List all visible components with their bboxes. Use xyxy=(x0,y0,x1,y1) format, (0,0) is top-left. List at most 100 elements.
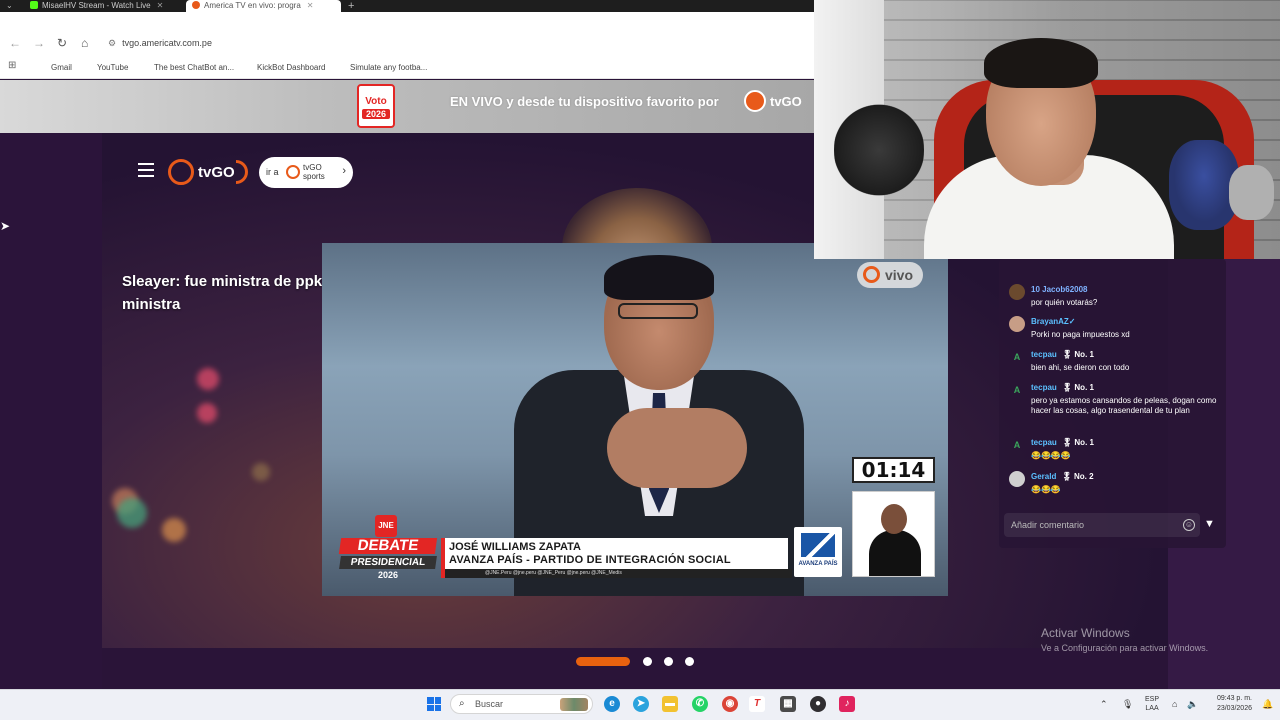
bokeh-light xyxy=(252,463,270,481)
pager-dot[interactable] xyxy=(643,657,652,666)
chat-username[interactable]: tecpau 🎖 No. 1 xyxy=(1031,438,1094,447)
bookmark-football[interactable]: Simulate any footba... xyxy=(337,62,427,72)
streamer-webcam xyxy=(814,0,1280,259)
back-icon[interactable]: ← xyxy=(9,36,21,50)
chat-username[interactable]: 10 Jacob62008 xyxy=(1031,285,1088,294)
tab-search-icon[interactable]: ⌄ xyxy=(6,0,13,12)
bookmark-youtube[interactable]: YouTube xyxy=(84,62,128,72)
webcam-fan xyxy=(834,90,924,210)
chat-input-placeholder: Añadir comentario xyxy=(1011,520,1085,530)
chat-badge: 🎖 No. 2 xyxy=(1059,472,1094,481)
chat-user: Jacob62008 xyxy=(1042,285,1088,294)
tab-title: MisaelHV Stream - Watch Live xyxy=(42,1,151,10)
chat-username[interactable]: tecpau 🎖 No. 1 xyxy=(1031,350,1094,359)
clock-time: 09:43 p. m. xyxy=(1216,695,1252,702)
apps-grid-icon[interactable]: ⊞ xyxy=(8,60,16,71)
telegram-icon[interactable]: ➤ xyxy=(633,696,649,712)
site-settings-icon[interactable]: ⚙ xyxy=(108,38,116,48)
typora-icon[interactable]: T xyxy=(749,696,765,712)
filter-icon[interactable]: ▼ xyxy=(1204,518,1215,530)
chat-badge-text: No. 1 xyxy=(1074,350,1094,359)
notification-bell-icon[interactable]: 🔔 xyxy=(1262,699,1273,710)
voto-label: Voto xyxy=(365,96,387,107)
close-icon[interactable]: ✕ xyxy=(307,1,314,10)
avatar[interactable] xyxy=(1009,316,1025,332)
bookmark-label: YouTube xyxy=(97,63,129,72)
bookmark-kickbot[interactable]: KickBot Dashboard xyxy=(244,62,325,72)
chat-user: tecpau xyxy=(1031,438,1057,447)
chat-badge-text: No. 1 xyxy=(1074,438,1094,447)
party-mark xyxy=(801,533,835,557)
bookmark-label: The best ChatBot an... xyxy=(154,63,235,72)
windows-start-icon[interactable] xyxy=(427,697,441,711)
youtube-icon xyxy=(84,62,93,71)
avatar[interactable] xyxy=(1009,284,1025,300)
party-logo-label: AVANZA PAÍS xyxy=(798,561,838,567)
americatv-globe-icon xyxy=(744,90,766,112)
chat-text: 😂😂😂😂 xyxy=(1031,451,1071,460)
chat-user: tecpau xyxy=(1031,383,1057,392)
pager-dot[interactable] xyxy=(685,657,694,666)
avatar[interactable]: A xyxy=(1009,349,1025,365)
avatar[interactable] xyxy=(1009,471,1025,487)
avatar[interactable]: A xyxy=(1009,437,1025,453)
new-tab-button[interactable]: + xyxy=(348,0,354,12)
avatar[interactable]: A xyxy=(1009,382,1025,398)
banner-brand: tvGO xyxy=(770,94,802,109)
language-indicator[interactable]: ESP LAA xyxy=(1145,695,1159,713)
voto-year: 2026 xyxy=(362,109,390,119)
webcam-plush-toy xyxy=(1229,165,1274,220)
reload-icon[interactable]: ↻ xyxy=(57,36,67,50)
bookmark-gmail[interactable]: Gmail xyxy=(38,62,72,72)
chat-badge: 10 xyxy=(1031,285,1040,294)
chat-comment-input[interactable]: Añadir comentario xyxy=(1004,513,1200,537)
volume-icon[interactable]: 🔈 xyxy=(1187,699,1198,710)
taskbar-search[interactable]: ⌕ Buscar xyxy=(450,694,593,714)
menu-icon[interactable] xyxy=(138,163,154,177)
sports-brand-top: tvGO xyxy=(303,163,322,172)
obs-icon[interactable]: ● xyxy=(810,696,826,712)
taskbar-clock[interactable]: 09:43 p. m. 23/03/2026 xyxy=(1208,694,1252,714)
chat-username[interactable]: BrayanAZ✓ xyxy=(1031,317,1076,326)
microphone-icon[interactable]: 🎙 xyxy=(1122,699,1133,710)
interpreter-body xyxy=(869,530,921,576)
network-icon[interactable]: ⌂ xyxy=(1172,699,1177,709)
bokeh-light xyxy=(162,518,186,542)
forward-icon[interactable]: → xyxy=(33,36,45,50)
pager-dot-active[interactable] xyxy=(576,657,630,666)
whatsapp-icon[interactable]: ✆ xyxy=(692,696,708,712)
chat-username[interactable]: Gerald 🎖 No. 2 xyxy=(1031,472,1094,481)
emoji-icon[interactable]: ☺ xyxy=(1183,519,1195,531)
url-field[interactable]: ⚙ tvgo.americatv.com.pe xyxy=(108,38,212,49)
windows-activation-watermark: Activar Windows Ve a Configuración para … xyxy=(1041,626,1208,653)
tiktok-icon[interactable]: ♪ xyxy=(839,696,855,712)
americatv-globe-icon xyxy=(863,266,880,283)
chrome-icon[interactable]: ◉ xyxy=(722,696,738,712)
tvgo-globe-icon[interactable] xyxy=(168,159,194,185)
tvgo-sports-button[interactable]: ir a tvGO sports › xyxy=(259,157,353,188)
candidate-name: JOSÉ WILLIAMS ZAPATA xyxy=(449,541,581,553)
chatbot-icon xyxy=(141,62,150,71)
chat-username[interactable]: tecpau 🎖 No. 1 xyxy=(1031,383,1094,392)
calculator-icon[interactable]: ▦ xyxy=(780,696,796,712)
chat-badge: 🎖 No. 1 xyxy=(1059,438,1094,447)
bookmark-chatbot[interactable]: The best ChatBot an... xyxy=(141,62,234,72)
americatv-icon xyxy=(192,1,200,9)
bookmark-label: Simulate any footba... xyxy=(350,63,428,72)
close-icon[interactable]: ✕ xyxy=(157,1,164,10)
bookmark-label: KickBot Dashboard xyxy=(257,63,326,72)
lang-line2: LAA xyxy=(1145,705,1159,712)
tvgo-logo-text[interactable]: tvGO xyxy=(198,164,235,181)
home-icon[interactable]: ⌂ xyxy=(81,36,88,50)
tab-misaelhv[interactable]: MisaelHV Stream - Watch Live ✕ xyxy=(30,0,180,12)
tvgo-sports-globe-icon xyxy=(286,165,300,179)
file-explorer-icon[interactable]: ▬ xyxy=(662,696,678,712)
pager-dot[interactable] xyxy=(664,657,673,666)
chevron-up-icon[interactable]: ⌃ xyxy=(1100,699,1108,710)
search-icon: ⌕ xyxy=(459,698,465,709)
bokeh-light xyxy=(197,403,217,423)
tab-americatv[interactable]: America TV en vivo: progra ✕ xyxy=(186,0,341,12)
gmail-icon xyxy=(38,62,47,71)
edge-icon[interactable]: e xyxy=(604,696,620,712)
live-badge: vivo xyxy=(857,262,923,288)
